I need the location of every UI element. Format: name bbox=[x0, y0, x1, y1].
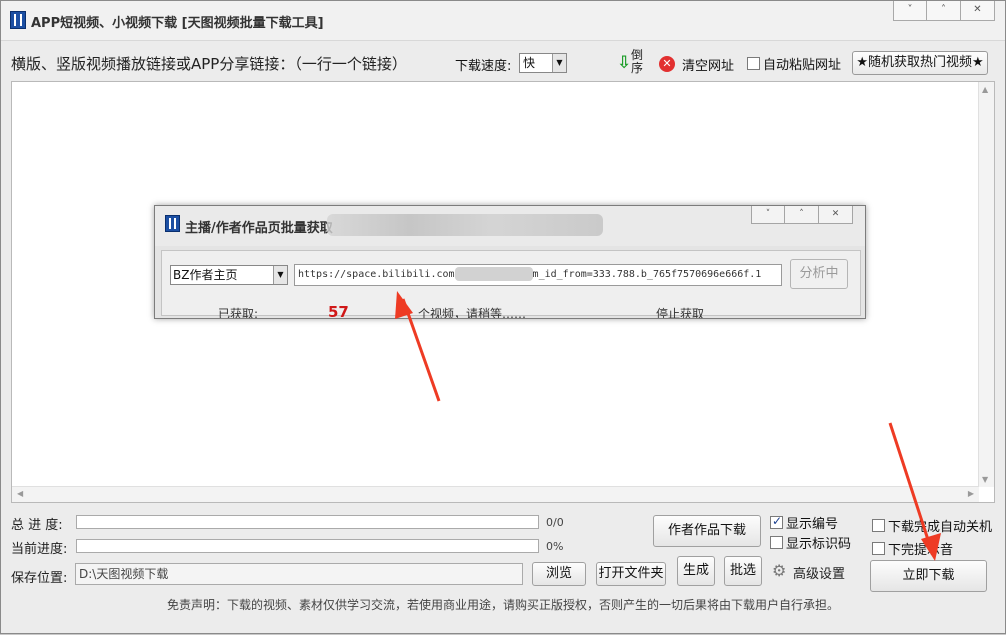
gear-icon[interactable]: ⚙ bbox=[772, 562, 790, 580]
scroll-up-icon[interactable]: ▲ bbox=[982, 85, 988, 94]
current-progress-bar bbox=[76, 539, 539, 553]
show-id-checkbox[interactable]: 显示标识码 bbox=[770, 533, 851, 552]
total-progress-bar bbox=[76, 515, 539, 529]
disclaimer-text: 免责声明：下载的视频、素材仅供学习交流，若使用商业用途，请购买正版授权，否则产生… bbox=[167, 598, 840, 612]
url-prefix: https://space.bilibili.com bbox=[298, 269, 455, 280]
source-type-value: BZ作者主页 bbox=[173, 268, 238, 282]
browse-button[interactable]: 浏览 bbox=[532, 562, 586, 586]
show-id-label: 显示标识码 bbox=[786, 537, 852, 552]
title-bar: APP短视频、小视频下载 [天图视频批量下载工具] ˅ ˄ ✕ bbox=[1, 1, 1005, 41]
fetched-label: 已获取: bbox=[218, 307, 259, 319]
dialog-app-icon bbox=[165, 215, 180, 232]
checkbox-icon bbox=[747, 57, 760, 70]
clear-urls-label: 清空网址 bbox=[682, 58, 735, 74]
speed-value: 快 bbox=[523, 56, 536, 70]
checkbox-icon bbox=[770, 536, 783, 549]
app-logo-icon bbox=[10, 11, 26, 29]
reverse-sort-button[interactable]: ⇩ 倒序 bbox=[617, 49, 647, 77]
window-controls: ˅ ˄ ✕ bbox=[893, 1, 995, 21]
analyze-button[interactable]: 分析中 bbox=[790, 259, 848, 289]
down-arrow-icon: ⇩ bbox=[617, 53, 632, 73]
minimize-button[interactable]: ˅ bbox=[893, 1, 927, 21]
horizontal-scrollbar[interactable]: ◀ ▶ bbox=[12, 486, 979, 502]
sound-alert-checkbox[interactable]: 下完提示音 bbox=[872, 539, 953, 558]
window-title: APP短视频、小视频下载 [天图视频批量下载工具] bbox=[31, 16, 324, 31]
checkbox-checked-icon bbox=[770, 514, 783, 529]
url-suffix: m_id_from=333.788.b_765f7570696e666f.1 bbox=[532, 269, 762, 280]
advanced-settings-link[interactable]: 高级设置 bbox=[793, 563, 845, 582]
total-progress-label: 总 进 度: bbox=[11, 518, 63, 533]
current-progress-value: 0% bbox=[546, 540, 564, 553]
clear-urls-button[interactable]: ✕ 清空网址 bbox=[659, 54, 734, 74]
save-location-label: 保存位置: bbox=[11, 571, 68, 586]
dialog-maximize-button[interactable]: ˄ bbox=[785, 206, 819, 224]
checkbox-icon bbox=[872, 519, 885, 532]
scroll-down-icon[interactable]: ▼ bbox=[982, 475, 988, 484]
open-folder-button[interactable]: 打开文件夹 bbox=[596, 562, 666, 586]
auto-shutdown-checkbox[interactable]: 下载完成自动关机 bbox=[872, 516, 992, 535]
autopaste-label: 自动粘贴网址 bbox=[763, 58, 842, 73]
dropdown-arrow-icon: ▼ bbox=[552, 54, 566, 72]
random-hot-video-button[interactable]: ★随机获取热门视频★ bbox=[852, 51, 988, 75]
stop-fetch-button[interactable]: 停止获取 bbox=[656, 305, 704, 318]
auto-shutdown-label: 下载完成自动关机 bbox=[888, 520, 993, 535]
source-type-select[interactable]: BZ作者主页 ▼ bbox=[170, 265, 288, 285]
redacted-url-segment bbox=[454, 267, 533, 281]
save-path-input[interactable]: D:\天图视频下载 bbox=[75, 563, 523, 585]
show-number-checkbox[interactable]: 显示编号 bbox=[770, 513, 838, 532]
dialog-title: 主播/作者作品页批量获取 bbox=[185, 221, 333, 236]
author-batch-dialog: 主播/作者作品页批量获取 ˅ ˄ ✕ BZ作者主页 ▼ https://spac… bbox=[154, 205, 866, 319]
fetch-status-text: 个视频，请稍等…… bbox=[418, 307, 527, 319]
dialog-window-controls: ˅ ˄ ✕ bbox=[751, 206, 853, 224]
dialog-minimize-button[interactable]: ˅ bbox=[751, 206, 785, 224]
autopaste-checkbox[interactable]: 自动粘贴网址 bbox=[747, 54, 841, 73]
speed-label: 下载速度: bbox=[455, 59, 512, 74]
scroll-right-icon[interactable]: ▶ bbox=[968, 489, 974, 498]
link-input-label: 横版、竖版视频播放链接或APP分享链接：（一行一个链接） bbox=[11, 55, 407, 73]
maximize-button[interactable]: ˄ bbox=[927, 1, 961, 21]
checkbox-icon bbox=[872, 542, 885, 555]
sort-label: 倒序 bbox=[631, 48, 644, 75]
dropdown-arrow-icon: ▼ bbox=[273, 266, 287, 284]
speed-select[interactable]: 快 ▼ bbox=[519, 53, 567, 73]
total-progress-value: 0/0 bbox=[546, 516, 564, 529]
clear-icon: ✕ bbox=[659, 56, 675, 72]
author-url-input[interactable]: https://space.bilibili.com m_id_from=333.… bbox=[294, 264, 782, 286]
redacted-region bbox=[327, 214, 603, 236]
close-button[interactable]: ✕ bbox=[961, 1, 995, 21]
vertical-scrollbar[interactable]: ▲ ▼ bbox=[978, 82, 994, 487]
show-number-label: 显示编号 bbox=[786, 517, 839, 532]
current-progress-label: 当前进度: bbox=[11, 542, 68, 557]
dialog-title-bar: 主播/作者作品页批量获取 ˅ ˄ ✕ bbox=[155, 206, 865, 246]
batch-select-button[interactable]: 批选 bbox=[724, 556, 762, 586]
scroll-left-icon[interactable]: ◀ bbox=[17, 489, 23, 498]
fetched-count: 57 bbox=[328, 303, 349, 319]
sound-alert-label: 下完提示音 bbox=[888, 543, 954, 558]
download-now-button[interactable]: 立即下载 bbox=[870, 560, 987, 592]
main-window: APP短视频、小视频下载 [天图视频批量下载工具] ˅ ˄ ✕ 横版、竖版视频播… bbox=[0, 0, 1006, 634]
author-works-download-button[interactable]: 作者作品下载 bbox=[653, 515, 761, 547]
generate-button[interactable]: 生成 bbox=[677, 556, 715, 586]
dialog-body: BZ作者主页 ▼ https://space.bilibili.com m_id_… bbox=[161, 250, 861, 319]
toolbar: 横版、竖版视频播放链接或APP分享链接：（一行一个链接） 下载速度: 快 ▼ ⇩… bbox=[1, 47, 1005, 77]
dialog-close-button[interactable]: ✕ bbox=[819, 206, 853, 224]
